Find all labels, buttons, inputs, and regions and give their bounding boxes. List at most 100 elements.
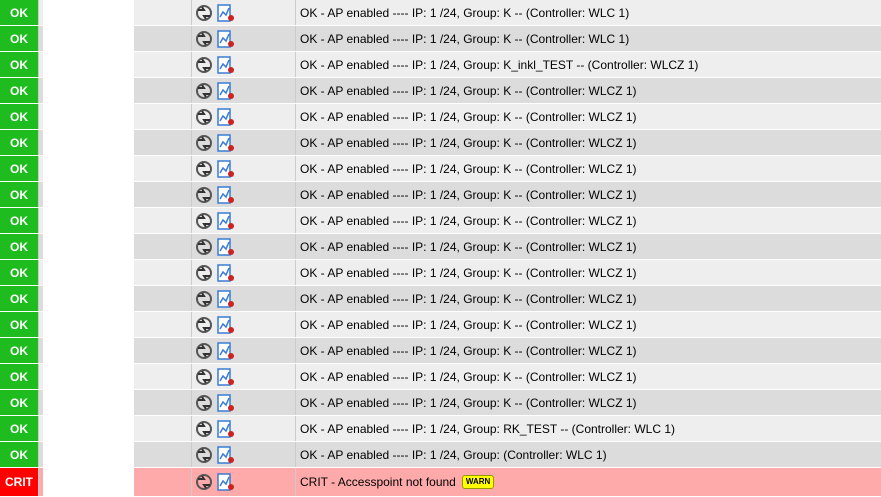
pnp-graph-icon[interactable] — [217, 393, 235, 412]
action-icons — [191, 312, 295, 337]
service-table: OK OK - AP enabled ---- IP: 1 /24, Group… — [0, 0, 881, 497]
pnp-graph-icon[interactable] — [217, 237, 235, 256]
pnp-graph-icon[interactable] — [217, 185, 235, 204]
status-output: OK - AP enabled ---- IP: 1 /24, Group: (… — [295, 442, 881, 467]
reschedule-icon[interactable] — [195, 473, 213, 491]
reschedule-icon[interactable] — [195, 394, 213, 412]
pnp-graph-icon[interactable] — [217, 29, 235, 48]
pnp-graph-icon[interactable] — [217, 445, 235, 464]
action-icons — [191, 52, 295, 77]
reschedule-icon[interactable] — [195, 420, 213, 438]
reschedule-icon[interactable] — [195, 316, 213, 334]
status-output: OK - AP enabled ---- IP: 1 /24, Group: K… — [295, 312, 881, 337]
pnp-graph-icon[interactable] — [217, 81, 235, 100]
redacted-service-name — [43, 286, 134, 311]
state-badge: OK — [0, 364, 38, 389]
action-icons — [191, 182, 295, 207]
pnp-graph-icon[interactable] — [217, 367, 235, 386]
reschedule-icon[interactable] — [195, 30, 213, 48]
service-name-cell[interactable] — [38, 468, 191, 496]
table-row: OK OK - AP enabled ---- IP: 1 /24, Group… — [0, 0, 881, 26]
pnp-graph-icon[interactable] — [217, 159, 235, 178]
reschedule-icon[interactable] — [195, 4, 213, 22]
reschedule-icon[interactable] — [195, 264, 213, 282]
reschedule-icon[interactable] — [195, 212, 213, 230]
service-name-cell[interactable] — [38, 364, 191, 389]
service-name-cell[interactable] — [38, 286, 191, 311]
action-icons — [191, 416, 295, 441]
service-name-cell[interactable] — [38, 234, 191, 259]
redacted-service-name — [43, 0, 134, 25]
pnp-graph-icon[interactable] — [217, 107, 235, 126]
reschedule-icon[interactable] — [195, 238, 213, 256]
pnp-graph-icon[interactable] — [217, 263, 235, 282]
service-name-cell[interactable] — [38, 104, 191, 129]
redacted-service-name — [43, 182, 134, 207]
state-badge: OK — [0, 442, 38, 467]
status-output: OK - AP enabled ---- IP: 1 /24, Group: K… — [295, 26, 881, 51]
redacted-service-name — [43, 364, 134, 389]
reschedule-icon[interactable] — [195, 342, 213, 360]
pnp-graph-icon[interactable] — [217, 133, 235, 152]
state-badge: OK — [0, 130, 38, 155]
service-name-cell[interactable] — [38, 312, 191, 337]
state-badge: OK — [0, 286, 38, 311]
action-icons — [191, 104, 295, 129]
pnp-graph-icon[interactable] — [217, 211, 235, 230]
service-name-cell[interactable] — [38, 260, 191, 285]
table-row: OK OK - AP enabled ---- IP: 1 /24, Group… — [0, 390, 881, 416]
service-name-cell[interactable] — [38, 208, 191, 233]
reschedule-icon[interactable] — [195, 368, 213, 386]
reschedule-icon[interactable] — [195, 186, 213, 204]
pnp-graph-icon[interactable] — [217, 3, 235, 22]
status-output: OK - AP enabled ---- IP: 1 /24, Group: K… — [295, 78, 881, 103]
service-name-cell[interactable] — [38, 0, 191, 25]
service-name-cell[interactable] — [38, 130, 191, 155]
state-badge: OK — [0, 26, 38, 51]
redacted-service-name — [43, 234, 134, 259]
pnp-graph-icon[interactable] — [217, 419, 235, 438]
table-row: OK OK - AP enabled ---- IP: 1 /24, Group… — [0, 26, 881, 52]
redacted-service-name — [43, 52, 134, 77]
table-row: OK OK - AP enabled ---- IP: 1 /24, Group… — [0, 364, 881, 390]
service-name-cell[interactable] — [38, 390, 191, 415]
redacted-service-name — [43, 390, 134, 415]
table-row: OK OK - AP enabled ---- IP: 1 /24, Group… — [0, 286, 881, 312]
reschedule-icon[interactable] — [195, 290, 213, 308]
service-name-cell[interactable] — [38, 182, 191, 207]
table-row: OK OK - AP enabled ---- IP: 1 /24, Group… — [0, 78, 881, 104]
action-icons — [191, 234, 295, 259]
reschedule-icon[interactable] — [195, 82, 213, 100]
pnp-graph-icon[interactable] — [217, 289, 235, 308]
table-row: OK OK - AP enabled ---- IP: 1 /24, Group… — [0, 104, 881, 130]
status-output: OK - AP enabled ---- IP: 1 /24, Group: K… — [295, 208, 881, 233]
redacted-service-name — [43, 26, 134, 51]
action-icons — [191, 468, 295, 496]
reschedule-icon[interactable] — [195, 160, 213, 178]
reschedule-icon[interactable] — [195, 108, 213, 126]
service-name-cell[interactable] — [38, 338, 191, 363]
redacted-service-name — [43, 78, 134, 103]
status-output: OK - AP enabled ---- IP: 1 /24, Group: K… — [295, 0, 881, 25]
reschedule-icon[interactable] — [195, 446, 213, 464]
table-row: OK OK - AP enabled ---- IP: 1 /24, Group… — [0, 156, 881, 182]
service-name-cell[interactable] — [38, 416, 191, 441]
pnp-graph-icon[interactable] — [217, 55, 235, 74]
status-output: OK - AP enabled ---- IP: 1 /24, Group: K… — [295, 338, 881, 363]
pnp-graph-icon[interactable] — [217, 341, 235, 360]
redacted-service-name — [43, 442, 134, 467]
pnp-graph-icon[interactable] — [217, 315, 235, 334]
service-name-cell[interactable] — [38, 52, 191, 77]
status-output: OK - AP enabled ---- IP: 1 /24, Group: K… — [295, 286, 881, 311]
service-name-cell[interactable] — [38, 442, 191, 467]
state-badge: OK — [0, 104, 38, 129]
status-output: OK - AP enabled ---- IP: 1 /24, Group: K… — [295, 364, 881, 389]
reschedule-icon[interactable] — [195, 56, 213, 74]
service-name-cell[interactable] — [38, 26, 191, 51]
pnp-graph-icon[interactable] — [217, 473, 235, 491]
state-badge: OK — [0, 234, 38, 259]
service-name-cell[interactable] — [38, 156, 191, 181]
action-icons — [191, 26, 295, 51]
reschedule-icon[interactable] — [195, 134, 213, 152]
service-name-cell[interactable] — [38, 78, 191, 103]
